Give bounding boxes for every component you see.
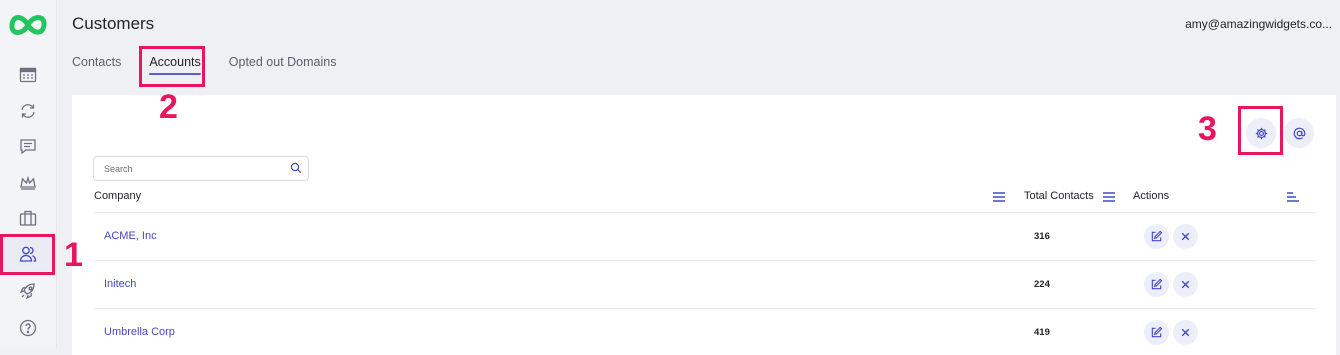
briefcase-icon — [19, 210, 37, 226]
sidebar-item-calendar[interactable] — [0, 57, 56, 93]
help-icon — [19, 319, 37, 337]
columns-toggle-icon[interactable] — [1286, 191, 1300, 203]
search-input[interactable] — [102, 160, 286, 178]
email-button[interactable] — [1284, 118, 1314, 148]
at-sign-icon — [1293, 127, 1305, 139]
total-contacts-value: 316 — [1034, 231, 1050, 242]
sidebar-item-deals[interactable] — [0, 200, 56, 236]
rocket-icon — [19, 283, 35, 300]
users-icon — [19, 246, 37, 262]
calendar-icon — [19, 67, 37, 83]
crown-icon — [20, 175, 36, 190]
gear-icon — [1255, 127, 1267, 139]
tab-accounts[interactable]: Accounts — [149, 55, 202, 75]
user-email[interactable]: amy@amazingwidgets.co... — [1185, 17, 1332, 31]
tab-contacts[interactable]: Contacts — [72, 55, 121, 75]
column-header-total-contacts[interactable]: Total Contacts — [1024, 190, 1094, 202]
sync-icon — [21, 104, 35, 118]
sidebar — [0, 0, 57, 348]
sidebar-item-help[interactable] — [0, 310, 56, 346]
total-contacts-value: 419 — [1034, 327, 1050, 338]
company-column-menu-icon[interactable] — [992, 191, 1006, 203]
company-link[interactable]: Umbrella Corp — [104, 326, 175, 338]
total-contacts-value: 224 — [1034, 279, 1050, 290]
column-header-actions: Actions — [1133, 190, 1170, 202]
annotation-number: 1 — [63, 235, 83, 275]
close-icon — [1181, 328, 1190, 337]
chat-icon — [20, 139, 36, 155]
edit-icon — [1151, 326, 1163, 338]
edit-button[interactable] — [1144, 272, 1169, 297]
close-icon — [1181, 280, 1190, 289]
delete-button[interactable] — [1173, 320, 1198, 345]
sidebar-item-customers[interactable] — [0, 236, 56, 272]
page-title: Customers — [72, 14, 155, 33]
column-header-company[interactable]: Company — [94, 190, 141, 202]
contacts-column-menu-icon[interactable] — [1102, 191, 1116, 203]
close-icon — [1181, 232, 1190, 241]
tab-bar: Contacts Accounts Opted out Domains — [72, 55, 364, 75]
row-divider — [93, 260, 1316, 261]
edit-icon — [1151, 230, 1163, 242]
sidebar-item-sync[interactable] — [0, 93, 56, 129]
edit-button[interactable] — [1144, 320, 1169, 345]
header-divider — [93, 212, 1316, 213]
delete-button[interactable] — [1173, 272, 1198, 297]
sidebar-item-campaigns[interactable] — [0, 164, 56, 200]
search-icon[interactable] — [290, 162, 302, 174]
settings-button[interactable] — [1246, 118, 1276, 148]
search-field[interactable] — [93, 156, 309, 181]
edit-button[interactable] — [1144, 224, 1169, 249]
annotation-number: 3 — [1197, 109, 1217, 149]
delete-button[interactable] — [1173, 224, 1198, 249]
edit-icon — [1151, 278, 1163, 290]
tab-opted-out-domains[interactable]: Opted out Domains — [229, 55, 337, 75]
app-logo[interactable] — [7, 10, 49, 40]
row-divider — [93, 308, 1316, 309]
company-link[interactable]: Initech — [104, 278, 136, 290]
accounts-panel: Company Total Contacts Actions ACME, Inc… — [72, 95, 1336, 355]
annotation-number: 2 — [158, 87, 178, 127]
sidebar-item-messages[interactable] — [0, 128, 56, 164]
company-link[interactable]: ACME, Inc — [104, 230, 157, 242]
sidebar-item-launch[interactable] — [0, 273, 56, 309]
